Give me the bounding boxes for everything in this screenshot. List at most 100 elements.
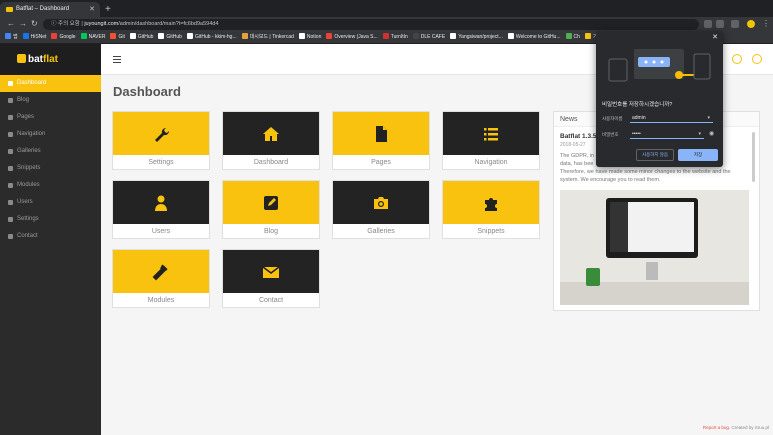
extensions-icon[interactable] xyxy=(731,20,739,28)
bookmark-item[interactable]: Notion xyxy=(298,31,321,43)
dropdown-caret-icon: ▾ xyxy=(707,115,710,121)
password-label: 비밀번호 xyxy=(602,132,619,137)
envelope-icon xyxy=(262,265,280,278)
tile-modules[interactable]: Modules xyxy=(112,249,210,308)
settings-nav-icon xyxy=(8,217,13,222)
tile-blog[interactable]: Blog xyxy=(222,180,320,239)
bookmark-icon xyxy=(326,33,333,39)
tile-label: Users xyxy=(151,228,171,235)
page-title: Dashboard xyxy=(113,84,181,99)
star-icon[interactable] xyxy=(716,20,724,28)
password-field[interactable]: ••••• ▾ xyxy=(630,129,704,139)
tile-label: Settings xyxy=(148,159,174,166)
back-arrow-icon[interactable]: ← xyxy=(7,18,15,30)
bookmark-icon xyxy=(382,33,389,39)
sidebar-item-contact[interactable]: Contact xyxy=(0,228,101,245)
warning-icon: ⓘ xyxy=(51,21,59,27)
new-tab-button[interactable]: + xyxy=(105,2,111,17)
translate-icon[interactable] xyxy=(704,20,712,28)
bookmark-item[interactable]: NAVER xyxy=(80,31,105,43)
snippets-nav-icon xyxy=(8,166,13,171)
news-image xyxy=(560,190,749,305)
tile-label: Contact xyxy=(258,297,284,304)
sidebar-item-pages[interactable]: Pages xyxy=(0,109,101,126)
plant-pot-illustration xyxy=(586,268,600,286)
sidebar-item-dashboard[interactable]: Dashboard xyxy=(0,75,101,92)
sidebar-item-snippets[interactable]: Snippets xyxy=(0,160,101,177)
news-scrollbar[interactable] xyxy=(752,132,755,182)
profile-avatar[interactable] xyxy=(747,20,755,28)
tile-settings[interactable]: Settings xyxy=(112,111,210,170)
batflat-logo[interactable]: batflat xyxy=(0,44,101,75)
browser-tab-bar: Batflat – Dashboard ✕ + xyxy=(0,0,773,17)
footer: Report a bug. Created by Sruu.pl xyxy=(702,425,769,430)
bookmark-item[interactable]: TurnItIn xyxy=(382,31,408,43)
reload-icon[interactable]: ↻ xyxy=(31,18,38,30)
bookmark-item[interactable]: DLE CAFE xyxy=(412,31,445,43)
blog-nav-icon xyxy=(8,98,13,103)
save-password-popup: ✕ 비밀번호를 저장하시겠습니까? 사용자이름 admin ▾ 비밀번호 ••••… xyxy=(596,31,723,167)
address-bar[interactable]: ⓘ 주의 요함 | juyoungit.com/admin/dashboard/… xyxy=(43,19,699,30)
user-icon xyxy=(155,195,167,211)
save-button[interactable]: 저장 xyxy=(678,149,718,161)
bookmark-icon xyxy=(565,33,572,39)
tab-title: Batflat – Dashboard xyxy=(16,6,70,12)
security-label: 주의 요함 xyxy=(58,21,80,27)
sidebar-item-galleries[interactable]: Galleries xyxy=(0,143,101,160)
bookmark-item[interactable]: HiSNet xyxy=(22,31,46,43)
never-button[interactable]: 사용하지 않음 xyxy=(636,149,674,161)
power-icon[interactable] xyxy=(752,54,762,64)
tile-label: Navigation xyxy=(474,159,508,166)
tile-pages[interactable]: Pages xyxy=(332,111,430,170)
bookmark-item[interactable]: Overview (Java S... xyxy=(326,31,378,43)
sidebar-item-blog[interactable]: Blog xyxy=(0,92,101,109)
bookmark-icon xyxy=(584,33,591,39)
tile-contact[interactable]: Contact xyxy=(222,249,320,308)
modules-nav-icon xyxy=(8,183,13,188)
password-illustration xyxy=(608,49,711,82)
bookmark-item[interactable]: GitHub xyxy=(129,31,153,43)
wrench-icon xyxy=(155,127,170,142)
bookmark-icon xyxy=(412,33,419,39)
bookmark-item[interactable]: 앱 xyxy=(5,31,18,43)
forward-arrow-icon[interactable]: → xyxy=(19,18,27,30)
bookmark-icon xyxy=(186,33,193,39)
dashboard-nav-icon xyxy=(8,81,13,86)
tile-label: Modules xyxy=(147,297,175,304)
bookmark-item[interactable]: GitHub - kkim-hg... xyxy=(186,31,237,43)
bookmark-item[interactable]: GitHub xyxy=(158,31,182,43)
tile-snippets[interactable]: Snippets xyxy=(442,180,540,239)
bookmark-icon xyxy=(80,33,87,39)
bookmark-item[interactable]: 대시보드 | Tinkercad xyxy=(241,31,294,43)
bookmark-item[interactable]: Yangsiwan/project... xyxy=(450,31,503,43)
tile-label: Blog xyxy=(263,228,278,235)
globe-icon[interactable] xyxy=(732,54,742,64)
tab-close-icon[interactable]: ✕ xyxy=(89,2,95,17)
bookmark-icon xyxy=(51,33,58,39)
bookmark-item[interactable]: Ch xyxy=(565,31,580,43)
sidebar-item-settings[interactable]: Settings xyxy=(0,211,101,228)
hamburger-menu-icon[interactable] xyxy=(113,56,121,63)
popup-title: 비밀번호를 저장하시겠습니까? xyxy=(602,102,673,108)
sidebar-item-navigation[interactable]: Navigation xyxy=(0,126,101,143)
tile-dashboard[interactable]: Dashboard xyxy=(222,111,320,170)
tile-label: Snippets xyxy=(477,228,505,235)
tile-label: Pages xyxy=(371,159,391,166)
bookmark-item[interactable]: Google xyxy=(51,31,76,43)
sidebar-item-modules[interactable]: Modules xyxy=(0,177,101,194)
bookmark-item[interactable]: Git xyxy=(110,31,125,43)
eye-icon[interactable]: ◉ xyxy=(709,130,714,137)
username-field[interactable]: admin ▾ xyxy=(630,113,713,123)
tile-navigation[interactable]: Navigation xyxy=(442,111,540,170)
report-bug-link[interactable]: Report a bug xyxy=(703,425,729,430)
sidebar-item-users[interactable]: Users xyxy=(0,194,101,211)
username-label: 사용자이름 xyxy=(602,116,623,121)
bookmark-icon xyxy=(129,33,136,39)
users-nav-icon xyxy=(8,200,13,205)
tile-galleries[interactable]: Galleries xyxy=(332,180,430,239)
tile-users[interactable]: Users xyxy=(112,180,210,239)
bookmark-item[interactable]: Welcome to GitHu... xyxy=(507,31,561,43)
browser-tab[interactable]: Batflat – Dashboard ✕ xyxy=(0,2,100,17)
browser-toolbar: ← → ↻ ⓘ 주의 요함 | juyoungit.com/admin/dash… xyxy=(0,17,773,31)
menu-dots-icon[interactable]: ⋮ xyxy=(762,18,770,30)
